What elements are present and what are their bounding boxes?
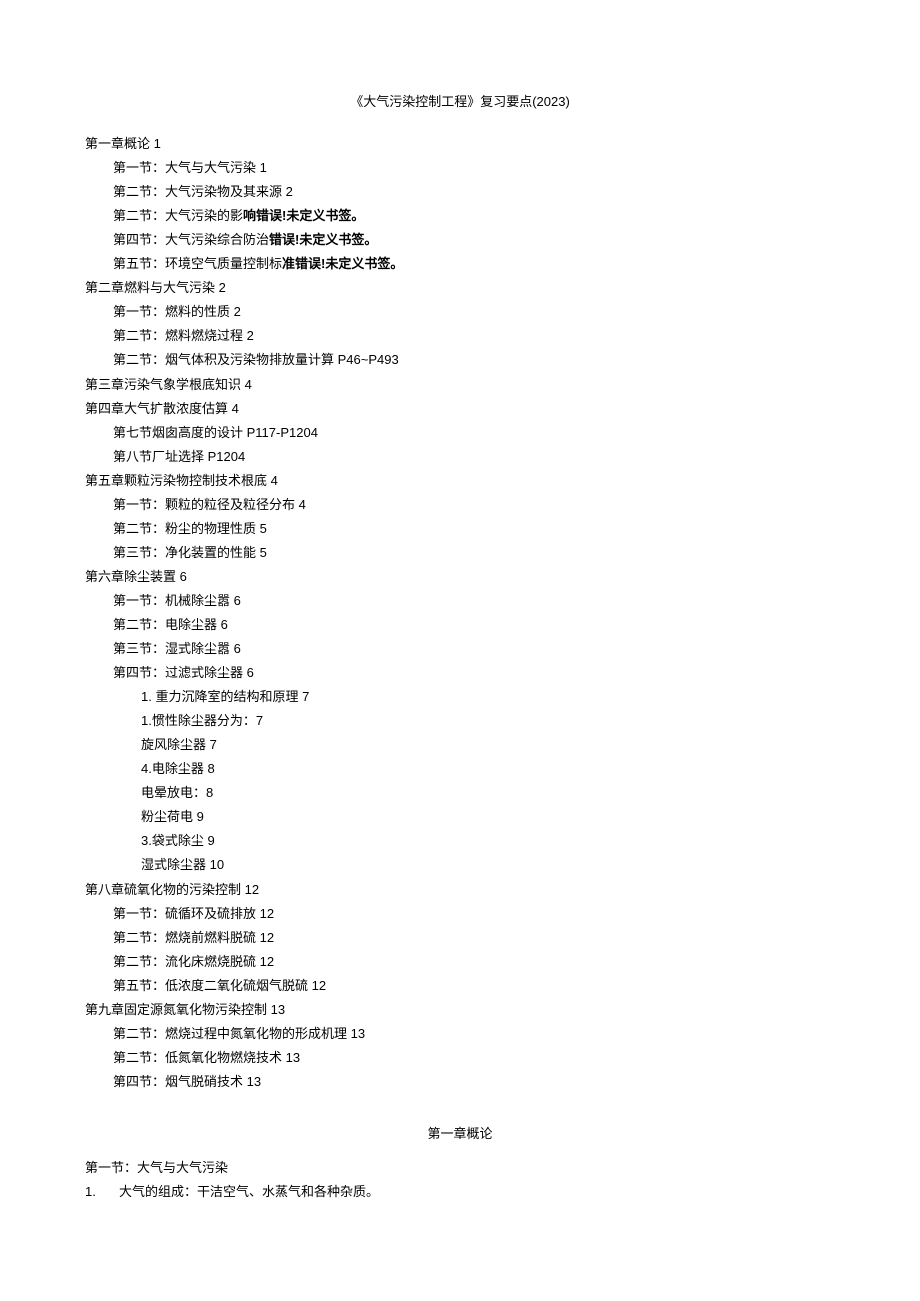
toc-entry: 第二节：燃料燃烧过程 2	[113, 324, 835, 348]
toc-entry: 第二节：粉尘的物理性质 5	[113, 517, 835, 541]
toc-entry: 第三节：净化装置的性能 5	[113, 541, 835, 565]
toc-entry: 4.电除尘器 8	[141, 757, 835, 781]
item-text: 大气的组成：干洁空气、水蒸气和各种杂质。	[119, 1180, 379, 1204]
toc-entry: 第二节：流化床燃烧脱硫 12	[113, 950, 835, 974]
toc-entry: 第二节：燃烧前燃料脱硫 12	[113, 926, 835, 950]
table-of-contents: 第一章概论 1第一节：大气与大气污染 1第二节：大气污染物及其来源 2第二节：大…	[85, 132, 835, 1094]
toc-entry: 第四节：烟气脱硝技术 13	[113, 1070, 835, 1094]
toc-entry: 第二节：大气污染的影响错误!未定义书签。	[113, 204, 835, 228]
toc-text: 第二节：大气污染的影	[113, 208, 243, 223]
toc-entry: 第七节烟囱高度的设计 P117-P1204	[113, 421, 835, 445]
toc-entry: 湿式除尘器 10	[141, 853, 835, 877]
toc-entry: 第四章大气扩散浓度估算 4	[85, 397, 835, 421]
toc-entry: 第二章燃料与大气污染 2	[85, 276, 835, 300]
toc-entry: 第一节：颗粒的粒径及粒径分布 4	[113, 493, 835, 517]
toc-entry: 第九章固定源氮氧化物污染控制 13	[85, 998, 835, 1022]
toc-entry: 第二节：低氮氧化物燃烧技术 13	[113, 1046, 835, 1070]
toc-entry: 第五节：环境空气质量控制标准错误!未定义书签。	[113, 252, 835, 276]
toc-entry: 第一节：大气与大气污染 1	[113, 156, 835, 180]
toc-entry: 第六章除尘装置 6	[85, 565, 835, 589]
body-items: 1.大气的组成：干洁空气、水蒸气和各种杂质。	[85, 1180, 835, 1204]
toc-entry: 电晕放电：8	[141, 781, 835, 805]
toc-entry: 第八节厂址选择 P1204	[113, 445, 835, 469]
toc-error-label: 准错误!未定义书签。	[282, 256, 403, 271]
toc-entry: 第八章硫氧化物的污染控制 12	[85, 878, 835, 902]
toc-entry: 第二节：燃烧过程中氮氧化物的形成机理 13	[113, 1022, 835, 1046]
section-heading: 第一节：大气与大气污染	[85, 1156, 835, 1180]
toc-entry: 第一节：机械除尘嚣 6	[113, 589, 835, 613]
toc-entry: 旋风除尘器 7	[141, 733, 835, 757]
toc-entry: 第四节：过滤式除尘器 6	[113, 661, 835, 685]
toc-entry: 3.袋式除尘 9	[141, 829, 835, 853]
toc-entry: 第五节：低浓度二氧化硫烟气脱硫 12	[113, 974, 835, 998]
toc-text: 第四节：大气污染综合防治	[113, 232, 269, 247]
toc-error-label: 错误!未定义书签。	[269, 232, 377, 247]
toc-entry: 第二节：烟气体积及污染物排放量计算 P46~P493	[113, 348, 835, 372]
toc-entry: 第二节：电除尘器 6	[113, 613, 835, 637]
toc-entry: 第三章污染气象学根底知识 4	[85, 373, 835, 397]
toc-entry: 第一章概论 1	[85, 132, 835, 156]
document-title: 《大气污染控制工程》复习要点(2023)	[85, 90, 835, 114]
toc-entry: 第五章颗粒污染物控制技术根底 4	[85, 469, 835, 493]
toc-entry: 第二节：大气污染物及其来源 2	[113, 180, 835, 204]
item-number: 1.	[85, 1180, 119, 1204]
body-item: 1.大气的组成：干洁空气、水蒸气和各种杂质。	[85, 1180, 835, 1204]
toc-entry: 粉尘荷电 9	[141, 805, 835, 829]
toc-entry: 1.惯性除尘器分为：7	[141, 709, 835, 733]
toc-entry: 第一节：硫循环及硫排放 12	[113, 902, 835, 926]
toc-entry: 1. 重力沉降室的结构和原理 7	[141, 685, 835, 709]
toc-entry: 第三节：湿式除尘嚣 6	[113, 637, 835, 661]
toc-entry: 第一节：燃料的性质 2	[113, 300, 835, 324]
toc-text: 第五节：环境空气质量控制标	[113, 256, 282, 271]
chapter-heading: 第一章概论	[85, 1122, 835, 1146]
toc-entry: 第四节：大气污染综合防治错误!未定义书签。	[113, 228, 835, 252]
toc-error-label: 响错误!未定义书签。	[243, 208, 364, 223]
